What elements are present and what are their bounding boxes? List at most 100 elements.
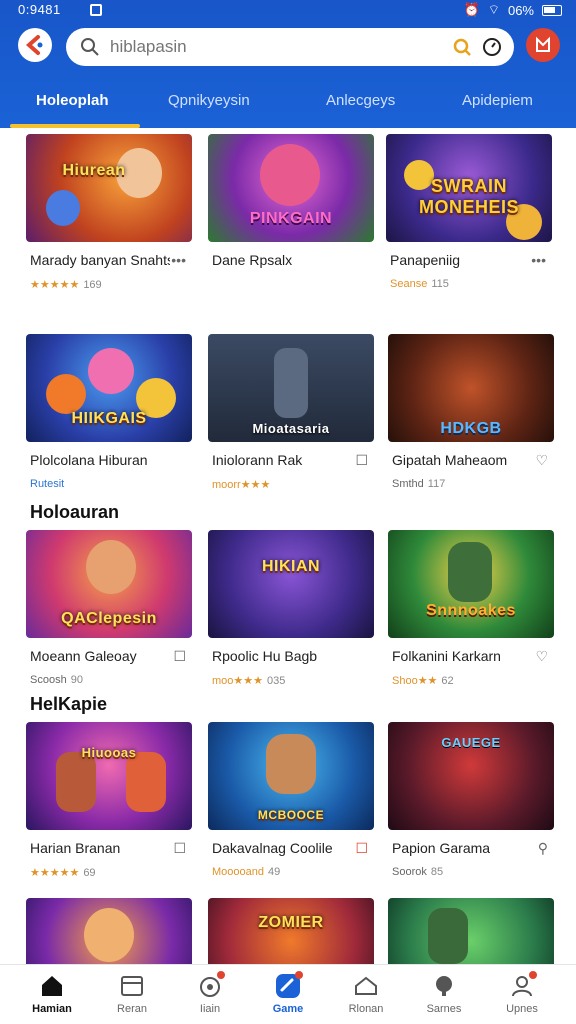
inbox-icon [353, 973, 379, 999]
game-rating: Soorok 85 [392, 866, 444, 878]
game-thumbnail[interactable]: ZOMIER [208, 898, 374, 964]
game-card[interactable]: HIKIAN Rpoolic Hu Bagb moo★★★ 035 [208, 530, 374, 687]
tab-1[interactable]: Qpnikyeysin [168, 92, 250, 109]
nav-label: Reran [117, 1003, 147, 1015]
nav-label: Rlonan [348, 1003, 384, 1015]
game-art-title: Hiuooas [81, 745, 137, 760]
app-header: 0:9481 ⏰ ⌔ 06% Holeoplah Qpnikyeysin Anl… [0, 0, 576, 128]
nav-chat[interactable]: Sarnes [408, 973, 480, 1015]
game-thumbnail[interactable]: SWRAIN MONEHEIS [386, 134, 552, 242]
game-thumbnail[interactable]: Mioatasaria [208, 334, 374, 442]
game-card[interactable]: Mioatasaria Iniolorann Rak ☐ moorr★★★ [208, 334, 374, 491]
game-title: Iniolorann Rak [212, 452, 303, 468]
game-thumbnail[interactable]: HIKIAN [208, 530, 374, 638]
game-card[interactable]: ZOMIER [208, 898, 374, 964]
game-thumbnail[interactable]: Hiurean [26, 134, 192, 242]
favorite-icon[interactable]: ♡ [535, 452, 548, 469]
game-card[interactable] [26, 898, 192, 964]
game-title: Gipatah Maheaom [392, 452, 508, 468]
game-art-title: HIKIAN [261, 558, 321, 575]
game-card[interactable]: Snnnoakes Folkanini Karkarn ♡ Shoo★★ 62 [388, 530, 554, 687]
game-card[interactable]: SWRAIN MONEHEIS Panapeniig ••• Seanse 115 [386, 134, 552, 290]
nav-home[interactable]: Hamian [16, 973, 88, 1015]
game-rating: ★★★★★ 69 [30, 867, 96, 879]
game-title: Panapeniig [390, 252, 461, 268]
game-card[interactable]: HIIKGAIS Plolcolana Hiburan Rutesit [26, 334, 192, 490]
game-card[interactable]: Hiurean Marady banyan Snahts ••• ★★★★★ 16… [26, 134, 192, 291]
nav-games[interactable]: Iiain [174, 971, 246, 1015]
bookmark-icon[interactable]: ☐ [355, 452, 368, 469]
app-logo-icon[interactable] [18, 28, 52, 62]
search-input[interactable] [110, 34, 450, 60]
bookmark-icon[interactable]: ☐ [173, 840, 186, 857]
game-title: Papion Garama [392, 840, 491, 856]
badge-dot [529, 971, 537, 979]
nav-label: Upnes [506, 1003, 538, 1015]
game-title: Dakavalnag Coolile [212, 840, 333, 856]
nav-label: Hamian [32, 1003, 72, 1015]
game-card[interactable]: QAClepesin Moeann Galeoay ☐ Scoosh 90 [26, 530, 192, 686]
section-title: HelKapie [30, 694, 108, 714]
game-rating: Shoo★★ 62 [392, 675, 454, 687]
game-rating: Scoosh 90 [30, 674, 83, 686]
game-art-title: Snnnoakes [426, 602, 516, 619]
game-title: Rpoolic Hu Bagb [212, 648, 318, 664]
game-thumbnail[interactable]: QAClepesin [26, 530, 192, 638]
tab-3[interactable]: Apidepiem [462, 92, 533, 109]
game-rating: moorr★★★ [212, 479, 271, 491]
game-rating [212, 278, 216, 290]
user-icon [509, 971, 537, 999]
notifications-icon[interactable] [526, 28, 560, 62]
game-thumbnail[interactable]: HDKGB [388, 334, 554, 442]
section-title: Holoauran [30, 502, 120, 522]
clock-icon[interactable] [482, 37, 502, 62]
game-thumbnail[interactable]: GAUEGE [388, 722, 554, 830]
game-art-title: GAUEGE [441, 735, 501, 750]
status-bar: 0:9481 ⏰ ⌔ 06% [0, 0, 576, 20]
game-thumbnail[interactable] [26, 898, 192, 964]
bookmark-icon[interactable]: ☐ [355, 840, 368, 857]
game-thumbnail[interactable] [388, 898, 554, 964]
game-art-title: ZOMIER [258, 914, 324, 931]
game-card[interactable] [388, 898, 554, 964]
nav-game[interactable]: Game [252, 971, 324, 1015]
game-art-title: HIIKGAIS [71, 410, 147, 427]
nav-list[interactable]: Reran [96, 973, 168, 1015]
game-card[interactable]: MCBOOCE Dakavalnag Coolile ☐ Mooooand 49 [208, 722, 374, 878]
game-art-title: SWRAIN MONEHEIS [418, 176, 519, 217]
game-title: Folkanini Karkarn [392, 648, 501, 664]
gamepad-icon [197, 971, 225, 999]
list-icon [119, 973, 145, 999]
game-thumbnail[interactable]: MCBOOCE [208, 722, 374, 830]
home-icon [39, 973, 65, 999]
game-art-title: HDKGB [440, 420, 502, 437]
game-art-title: QAClepesin [61, 610, 157, 627]
game-card[interactable]: GAUEGE Papion Garama ⚲ Soorok 85 [388, 722, 554, 878]
lens-icon[interactable] [452, 37, 472, 62]
category-tabs: Holeoplah Qpnikyeysin Anlecgeys Apidepie… [0, 80, 576, 128]
game-card[interactable]: HDKGB Gipatah Maheaom ♡ Smthd 117 [388, 334, 554, 490]
game-thumbnail[interactable]: Snnnoakes [388, 530, 554, 638]
game-title: Harian Branan [30, 840, 121, 856]
nav-user[interactable]: Upnes [486, 971, 558, 1015]
nav-inbox[interactable]: Rlonan [330, 973, 402, 1015]
game-card[interactable]: PINKGAIN Dane Rpsalx [208, 134, 374, 268]
favorite-icon[interactable]: ♡ [535, 648, 548, 665]
bookmark-icon[interactable]: ☐ [173, 648, 186, 665]
search-bar[interactable] [66, 28, 514, 66]
game-thumbnail[interactable]: PINKGAIN [208, 134, 374, 242]
game-rating: moo★★★ 035 [212, 675, 286, 687]
game-thumbnail[interactable]: HIIKGAIS [26, 334, 192, 442]
game-card[interactable]: Hiuooas Harian Branan ☐ ★★★★★ 69 [26, 722, 192, 879]
wifi-icon: ⌔ [487, 2, 500, 17]
nav-label: Iiain [199, 1003, 221, 1015]
tab-2[interactable]: Anlecgeys [326, 92, 395, 109]
battery-level: 06% [507, 2, 534, 18]
tab-0[interactable]: Holeoplah [36, 92, 109, 109]
game-title: Plolcolana Hiburan [30, 452, 148, 468]
more-icon[interactable]: ••• [171, 252, 186, 268]
search-icon [80, 37, 100, 62]
more-icon[interactable]: ••• [531, 252, 546, 268]
search-icon[interactable]: ⚲ [538, 840, 548, 857]
game-thumbnail[interactable]: Hiuooas [26, 722, 192, 830]
